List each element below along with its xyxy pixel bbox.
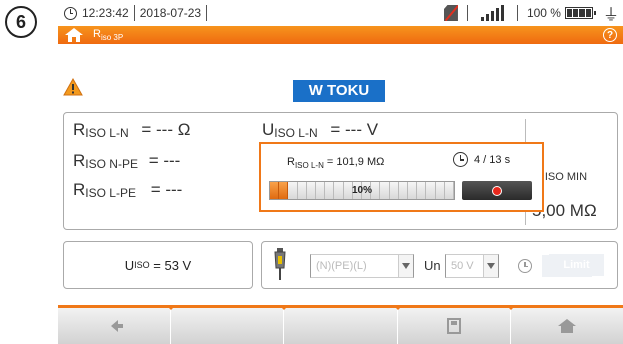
progress-bar: 10% — [269, 181, 455, 200]
result-r-l-n: RISO L-N = --- Ω — [73, 120, 191, 140]
signal-strength-icon — [480, 5, 504, 21]
nominal-voltage-select[interactable]: 50 V — [445, 254, 483, 278]
status-badge: W TOKU — [293, 80, 385, 102]
status-date: 2018-07-23 — [139, 6, 202, 20]
clock-icon — [518, 259, 532, 273]
notch-marker — [279, 305, 290, 310]
home-icon[interactable] — [65, 28, 83, 42]
status-bar: 12:23:42 2018-07-23 100 % ⏚ — [58, 0, 623, 26]
step-number-badge: 6 — [5, 6, 37, 38]
clock-icon — [64, 6, 77, 20]
divider — [466, 5, 468, 21]
save-icon — [446, 318, 461, 334]
conductor-select[interactable]: (N)(PE)(L) — [310, 254, 398, 278]
measurement-progress-panel: RISO L-N = 101,9 MΩ 4 / 13 s 10% — [259, 142, 544, 212]
divider — [516, 5, 518, 21]
no-sd-card-icon — [443, 5, 458, 21]
softkey-3[interactable] — [279, 305, 398, 344]
meter-display: 12:23:42 2018-07-23 100 % ⏚ Riso 3P ? W … — [58, 0, 623, 344]
notch-marker — [392, 305, 403, 310]
softkey-back[interactable] — [58, 308, 172, 344]
stop-measurement-button[interactable] — [462, 181, 532, 200]
title-bar: Riso 3P ? — [58, 26, 623, 44]
softkey-home[interactable] — [505, 305, 623, 344]
chevron-down-icon[interactable] — [398, 254, 414, 278]
status-icons: 100 % ⏚ — [443, 0, 619, 26]
limit-button[interactable]: Limit — [549, 254, 604, 276]
softkey-bar — [58, 305, 623, 344]
measurement-timer: 4 / 13 s — [453, 152, 510, 167]
stop-icon — [493, 186, 501, 195]
screen: 6 12:23:42 2018-07-23 100 % ⏚ Riso 3P ? … — [0, 0, 623, 344]
softkey-save[interactable] — [392, 305, 511, 344]
charging-plug-icon: ⏚ — [602, 7, 619, 24]
battery-percent: 100 % — [526, 6, 561, 20]
back-arrow-icon — [110, 320, 123, 332]
notch-marker — [505, 305, 516, 310]
divider — [206, 5, 208, 21]
live-reading: RISO L-N = 101,9 MΩ — [287, 156, 385, 171]
battery-icon — [564, 7, 596, 19]
chevron-down-icon[interactable] — [483, 254, 499, 278]
notch-marker — [166, 305, 177, 310]
test-probe-icon — [274, 248, 286, 280]
help-icon[interactable]: ? — [603, 28, 617, 42]
status-time: 12:23:42 — [82, 6, 129, 20]
screen-title: Riso 3P — [93, 27, 124, 43]
progress-percent: 10% — [351, 185, 372, 196]
un-label: Un — [424, 258, 441, 273]
divider — [133, 5, 135, 21]
timer-clock-icon — [453, 152, 468, 167]
home-icon — [557, 319, 576, 333]
warning-icon — [63, 78, 83, 96]
result-u-l-n: UISO L-N = --- V — [262, 120, 379, 140]
softkey-2[interactable] — [166, 305, 285, 344]
result-r-n-pe: RISO N-PE = --- — [73, 151, 181, 171]
test-voltage-box: U ISO = 53 V — [63, 241, 253, 289]
result-r-l-pe: RISO L-PE = --- — [73, 180, 183, 200]
